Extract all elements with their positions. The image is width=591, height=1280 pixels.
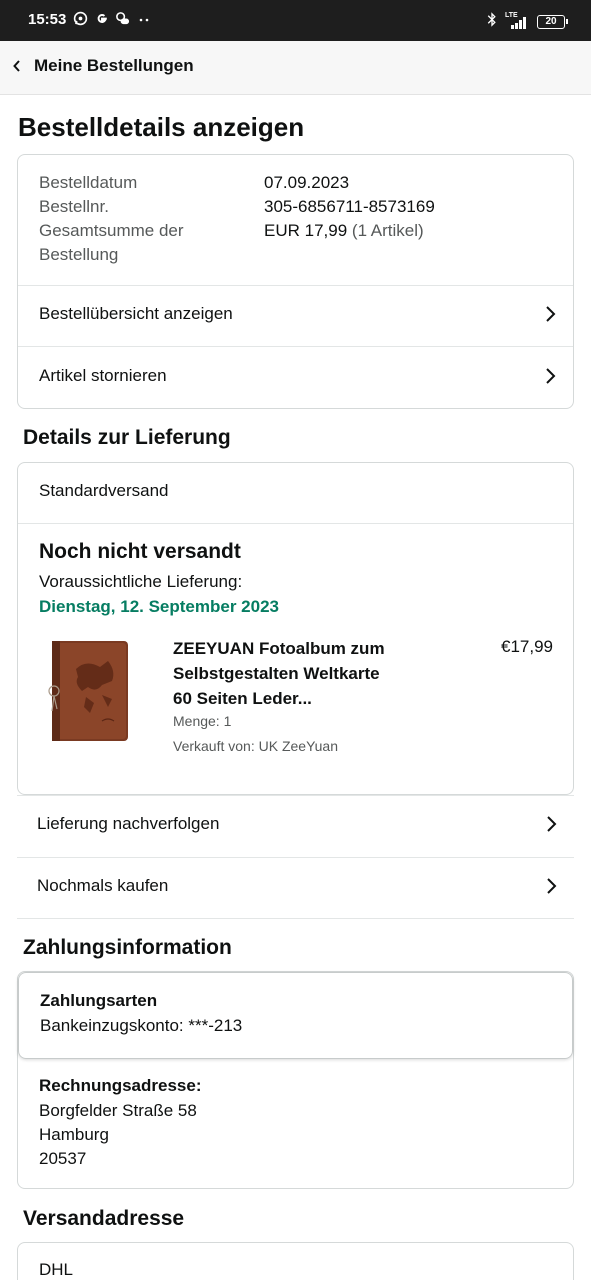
payment-methods-title: Zahlungsarten bbox=[40, 991, 158, 1010]
chevron-right-icon bbox=[547, 878, 557, 894]
product-image[interactable] bbox=[42, 641, 130, 743]
bluetooth-icon bbox=[487, 12, 497, 32]
order-number-label: Bestellnr. bbox=[39, 197, 109, 216]
nav-bar: Meine Bestellungen bbox=[0, 41, 591, 95]
order-summary-label: Bestellübersicht anzeigen bbox=[39, 304, 233, 323]
delivery-heading: Details zur Lieferung bbox=[23, 426, 231, 449]
item-title-line-2: Selbstgestalten Weltkarte bbox=[173, 664, 380, 683]
lte-signal-icon: LTE bbox=[505, 12, 529, 30]
whatsapp-icon bbox=[73, 11, 88, 26]
order-summary-link[interactable]: Bestellübersicht anzeigen bbox=[18, 285, 573, 347]
cancel-items-label: Artikel stornieren bbox=[39, 366, 167, 385]
item-price: €17,99 bbox=[501, 637, 553, 656]
status-time: 15:53 bbox=[28, 11, 67, 28]
item-title[interactable]: ZEEYUAN Fotoalbum zum Selbstgestalten We… bbox=[173, 636, 385, 711]
payment-card: Zahlungsarten Bankeinzugskonto: ***-213 … bbox=[17, 971, 574, 1189]
item-title-line-3: 60 Seiten Leder... bbox=[173, 689, 312, 708]
shipment-status: Noch nicht versandt bbox=[39, 540, 241, 563]
google-icon bbox=[94, 11, 109, 26]
chevron-right-icon bbox=[547, 816, 557, 832]
order-date-label: Bestelldatum bbox=[39, 173, 138, 192]
notification-icons bbox=[73, 11, 151, 26]
shipping-address-heading: Versandadresse bbox=[23, 1207, 185, 1230]
more-dots-icon bbox=[136, 11, 151, 26]
order-item-count: (1 Artikel) bbox=[351, 221, 424, 240]
buy-again-link[interactable]: Nochmals kaufen bbox=[17, 857, 574, 919]
order-summary-card: Bestelldatum 07.09.2023 Bestellnr. 305-6… bbox=[17, 154, 574, 409]
chevron-right-icon bbox=[546, 306, 556, 322]
battery-icon: 20 bbox=[537, 15, 568, 29]
order-total-label: Gesamtsumme der bbox=[39, 221, 184, 240]
payment-methods-box[interactable]: Zahlungsarten Bankeinzugskonto: ***-213 bbox=[18, 972, 573, 1059]
order-total-amount: EUR 17,99 bbox=[264, 221, 348, 240]
payment-heading: Zahlungsinformation bbox=[23, 936, 232, 959]
system-icons: LTE 20 bbox=[487, 12, 568, 32]
item-title-line-1: ZEEYUAN Fotoalbum zum bbox=[173, 639, 385, 658]
track-package-label: Lieferung nachverfolgen bbox=[37, 814, 220, 833]
billing-street: Borgfelder Straße 58 bbox=[39, 1101, 197, 1120]
buy-again-label: Nochmals kaufen bbox=[37, 876, 169, 895]
delivery-card: Standardversand Noch nicht versandt Vora… bbox=[17, 462, 574, 795]
order-number-value: 305-6856711-8573169 bbox=[264, 197, 435, 216]
payment-method-value: Bankeinzugskonto: ***-213 bbox=[40, 1016, 243, 1035]
divider bbox=[18, 523, 573, 524]
billing-address-title: Rechnungsadresse: bbox=[39, 1076, 202, 1095]
chevron-right-icon bbox=[546, 368, 556, 384]
expected-delivery-date: Dienstag, 12. September 2023 bbox=[39, 597, 280, 616]
shipping-carrier: DHL bbox=[39, 1260, 74, 1279]
order-date-value: 07.09.2023 bbox=[264, 173, 350, 192]
billing-zip: 20537 bbox=[39, 1149, 87, 1168]
shipping-address-card: DHL bbox=[17, 1242, 574, 1280]
weather-icon bbox=[115, 11, 130, 26]
order-total-value: EUR 17,99 (1 Artikel) bbox=[264, 219, 424, 243]
item-seller: Verkauft von: UK ZeeYuan bbox=[173, 738, 338, 754]
expected-delivery-label: Voraussichtliche Lieferung: bbox=[39, 572, 243, 591]
page-title: Bestelldetails anzeigen bbox=[18, 112, 305, 142]
back-chevron-icon[interactable] bbox=[12, 56, 30, 76]
billing-city: Hamburg bbox=[39, 1125, 109, 1144]
cancel-items-link[interactable]: Artikel stornieren bbox=[18, 346, 573, 408]
status-bar: 15:53 LTE 20 bbox=[0, 0, 591, 41]
shipping-method: Standardversand bbox=[39, 481, 169, 500]
back-link[interactable]: Meine Bestellungen bbox=[34, 56, 194, 76]
item-quantity: Menge: 1 bbox=[173, 713, 232, 729]
order-total-label-2: Bestellung bbox=[39, 245, 119, 264]
track-package-link[interactable]: Lieferung nachverfolgen bbox=[17, 795, 574, 857]
